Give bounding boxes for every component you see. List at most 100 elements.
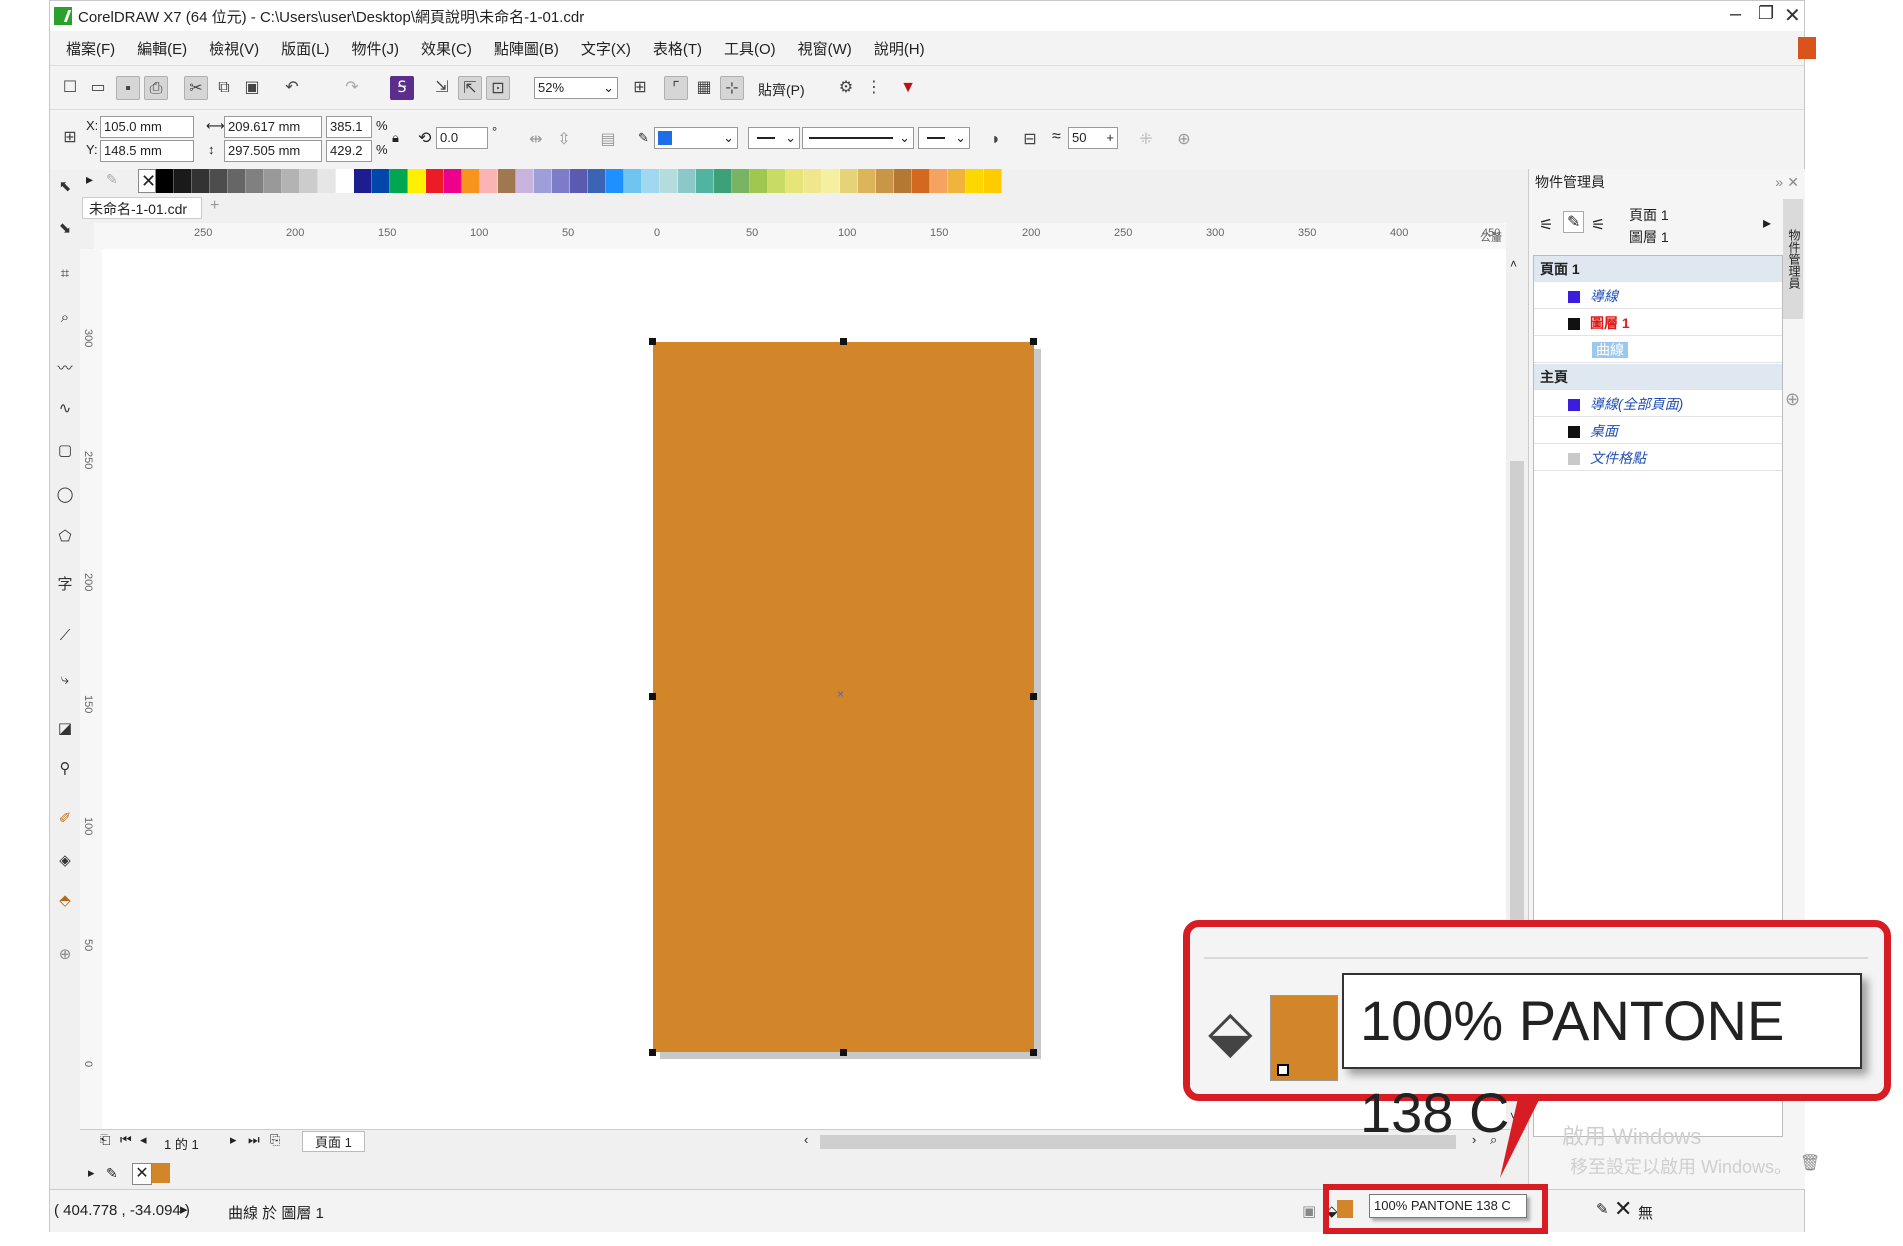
palette-swatch[interactable]: [822, 169, 840, 193]
palette-scroll-left-icon[interactable]: ▸: [86, 171, 93, 188]
minimize-button[interactable]: –: [1730, 3, 1741, 26]
menu-window[interactable]: 視窗(W): [798, 38, 852, 59]
doc-eyedropper-icon[interactable]: ✎: [106, 1165, 118, 1182]
options-icon[interactable]: ⚙: [834, 76, 858, 100]
selection-handle[interactable]: [840, 338, 847, 345]
palette-swatch[interactable]: [192, 169, 210, 193]
show-rulers-icon[interactable]: ⌜: [664, 76, 688, 100]
status-fill-swatch[interactable]: [1337, 1200, 1353, 1218]
palette-swatch[interactable]: [678, 169, 696, 193]
open-icon[interactable]: ▭: [86, 76, 110, 100]
menu-bitmaps[interactable]: 點陣圖(B): [494, 38, 559, 59]
palette-swatch[interactable]: [948, 169, 966, 193]
selection-handle[interactable]: [649, 1049, 656, 1056]
color-proof-icon[interactable]: ▣: [1302, 1202, 1316, 1220]
palette-swatch[interactable]: [858, 169, 876, 193]
paste-icon[interactable]: ▣: [240, 76, 264, 100]
prev-page-icon[interactable]: ◂: [140, 1132, 147, 1148]
publish-pdf-icon[interactable]: ⊡: [486, 76, 510, 100]
redo-icon[interactable]: ↷: [340, 76, 364, 100]
tree-item[interactable]: 圖層 1: [1534, 310, 1782, 336]
vertical-ruler[interactable]: 300 250 200 150 100 50 0: [80, 249, 103, 1129]
save-icon[interactable]: ▪: [116, 76, 140, 100]
transparency-tool-icon[interactable]: ⚲: [54, 759, 76, 785]
text-tool-icon[interactable]: 字: [54, 573, 76, 599]
mirror-vertical-icon[interactable]: ⇳: [552, 128, 576, 152]
scroll-left-icon[interactable]: ‹: [804, 1132, 808, 1147]
document-tab[interactable]: 未命名-1-01.cdr: [82, 197, 202, 219]
no-fill-swatch[interactable]: ✕: [138, 169, 156, 193]
palette-swatch[interactable]: [912, 169, 930, 193]
tree-item[interactable]: 頁面 1: [1534, 256, 1782, 282]
palette-swatch[interactable]: [696, 169, 714, 193]
selection-handle[interactable]: [1030, 693, 1037, 700]
y-position-field[interactable]: 148.5 mm: [100, 140, 194, 162]
palette-swatch[interactable]: [714, 169, 732, 193]
search-content-icon[interactable]: Ꟊ: [390, 76, 414, 100]
palette-swatch[interactable]: [480, 169, 498, 193]
page-info-icon[interactable]: ⎗: [100, 1132, 110, 1148]
palette-swatch[interactable]: [390, 169, 408, 193]
menu-table[interactable]: 表格(T): [653, 38, 702, 59]
snap-to-label[interactable]: 貼齊(P): [758, 80, 805, 100]
tree-item[interactable]: 導線(全部頁面): [1534, 391, 1782, 417]
wrap-text-icon[interactable]: ▤: [596, 128, 620, 152]
docker-side-tab[interactable]: 物件管理員: [1783, 199, 1803, 319]
line-style-select[interactable]: ⌄: [802, 127, 914, 149]
doc-palette-arrow-icon[interactable]: ▸: [88, 1165, 95, 1181]
tree-item[interactable]: 文件格點: [1534, 445, 1782, 471]
width-field[interactable]: 209.617 mm: [224, 116, 322, 138]
rotation-field[interactable]: 0.0: [436, 127, 488, 149]
copy-icon[interactable]: ⧉: [212, 76, 236, 100]
object-origin-icon[interactable]: ⊞: [58, 126, 82, 150]
tree-item[interactable]: 主頁: [1534, 364, 1782, 390]
scale-height-field[interactable]: 429.2: [326, 140, 372, 162]
selection-handle[interactable]: [649, 693, 656, 700]
user-account-icon[interactable]: [1798, 37, 1816, 59]
palette-swatch[interactable]: [786, 169, 804, 193]
palette-swatch[interactable]: [426, 169, 444, 193]
mirror-horizontal-icon[interactable]: ⇹: [524, 128, 548, 152]
menu-file[interactable]: 檔案(F): [66, 38, 115, 59]
last-page-icon[interactable]: ⏭: [248, 1132, 260, 1148]
height-field[interactable]: 297.505 mm: [224, 140, 322, 162]
show-properties-icon[interactable]: ⚟: [1539, 215, 1553, 235]
lock-ratio-icon[interactable]: 🔒︎: [392, 130, 399, 146]
menu-layout[interactable]: 版面(L): [281, 38, 329, 59]
add-tool-icon[interactable]: ⊕: [54, 945, 76, 971]
doc-color-swatch[interactable]: [152, 1163, 170, 1183]
break-apart-icon[interactable]: ⁜: [1134, 128, 1158, 152]
menu-edit[interactable]: 編輯(E): [137, 38, 187, 59]
palette-swatch[interactable]: [228, 169, 246, 193]
palette-swatch[interactable]: [246, 169, 264, 193]
palette-swatch[interactable]: [372, 169, 390, 193]
scale-width-field[interactable]: 385.1: [326, 116, 372, 138]
palette-swatch[interactable]: [408, 169, 426, 193]
palette-swatch[interactable]: [282, 169, 300, 193]
trash-icon[interactable]: 🗑︎: [1800, 1153, 1820, 1173]
selection-handle[interactable]: [1030, 338, 1037, 345]
palette-swatch[interactable]: [984, 169, 1002, 193]
parallel-dimension-icon[interactable]: ⟋: [54, 627, 76, 653]
export-icon[interactable]: ⇱: [458, 76, 482, 100]
menu-view[interactable]: 檢視(V): [209, 38, 259, 59]
palette-swatch[interactable]: [498, 169, 516, 193]
close-curve-icon[interactable]: ◗: [984, 128, 1008, 152]
docker-close-icon[interactable]: ✕: [1787, 169, 1799, 195]
palette-swatch[interactable]: [588, 169, 606, 193]
palette-swatch[interactable]: [156, 169, 174, 193]
palette-swatch[interactable]: [840, 169, 858, 193]
scroll-up-icon[interactable]: ˄: [1510, 257, 1517, 271]
palette-swatch[interactable]: [894, 169, 912, 193]
palette-swatch[interactable]: [660, 169, 678, 193]
docker-menu-icon[interactable]: ▸: [1763, 213, 1771, 233]
text-wrap-icon[interactable]: ⊟: [1018, 128, 1042, 152]
quick-customize-icon[interactable]: ⊕: [1172, 128, 1196, 152]
cut-icon[interactable]: ✂: [184, 76, 208, 100]
tree-item[interactable]: 導線: [1534, 283, 1782, 309]
app-launcher-icon[interactable]: ⋮: [862, 76, 886, 100]
new-tab-plus-icon[interactable]: +: [210, 197, 219, 215]
palette-swatch[interactable]: [606, 169, 624, 193]
palette-swatch[interactable]: [750, 169, 768, 193]
docker-collapse-icon[interactable]: »: [1775, 169, 1783, 195]
